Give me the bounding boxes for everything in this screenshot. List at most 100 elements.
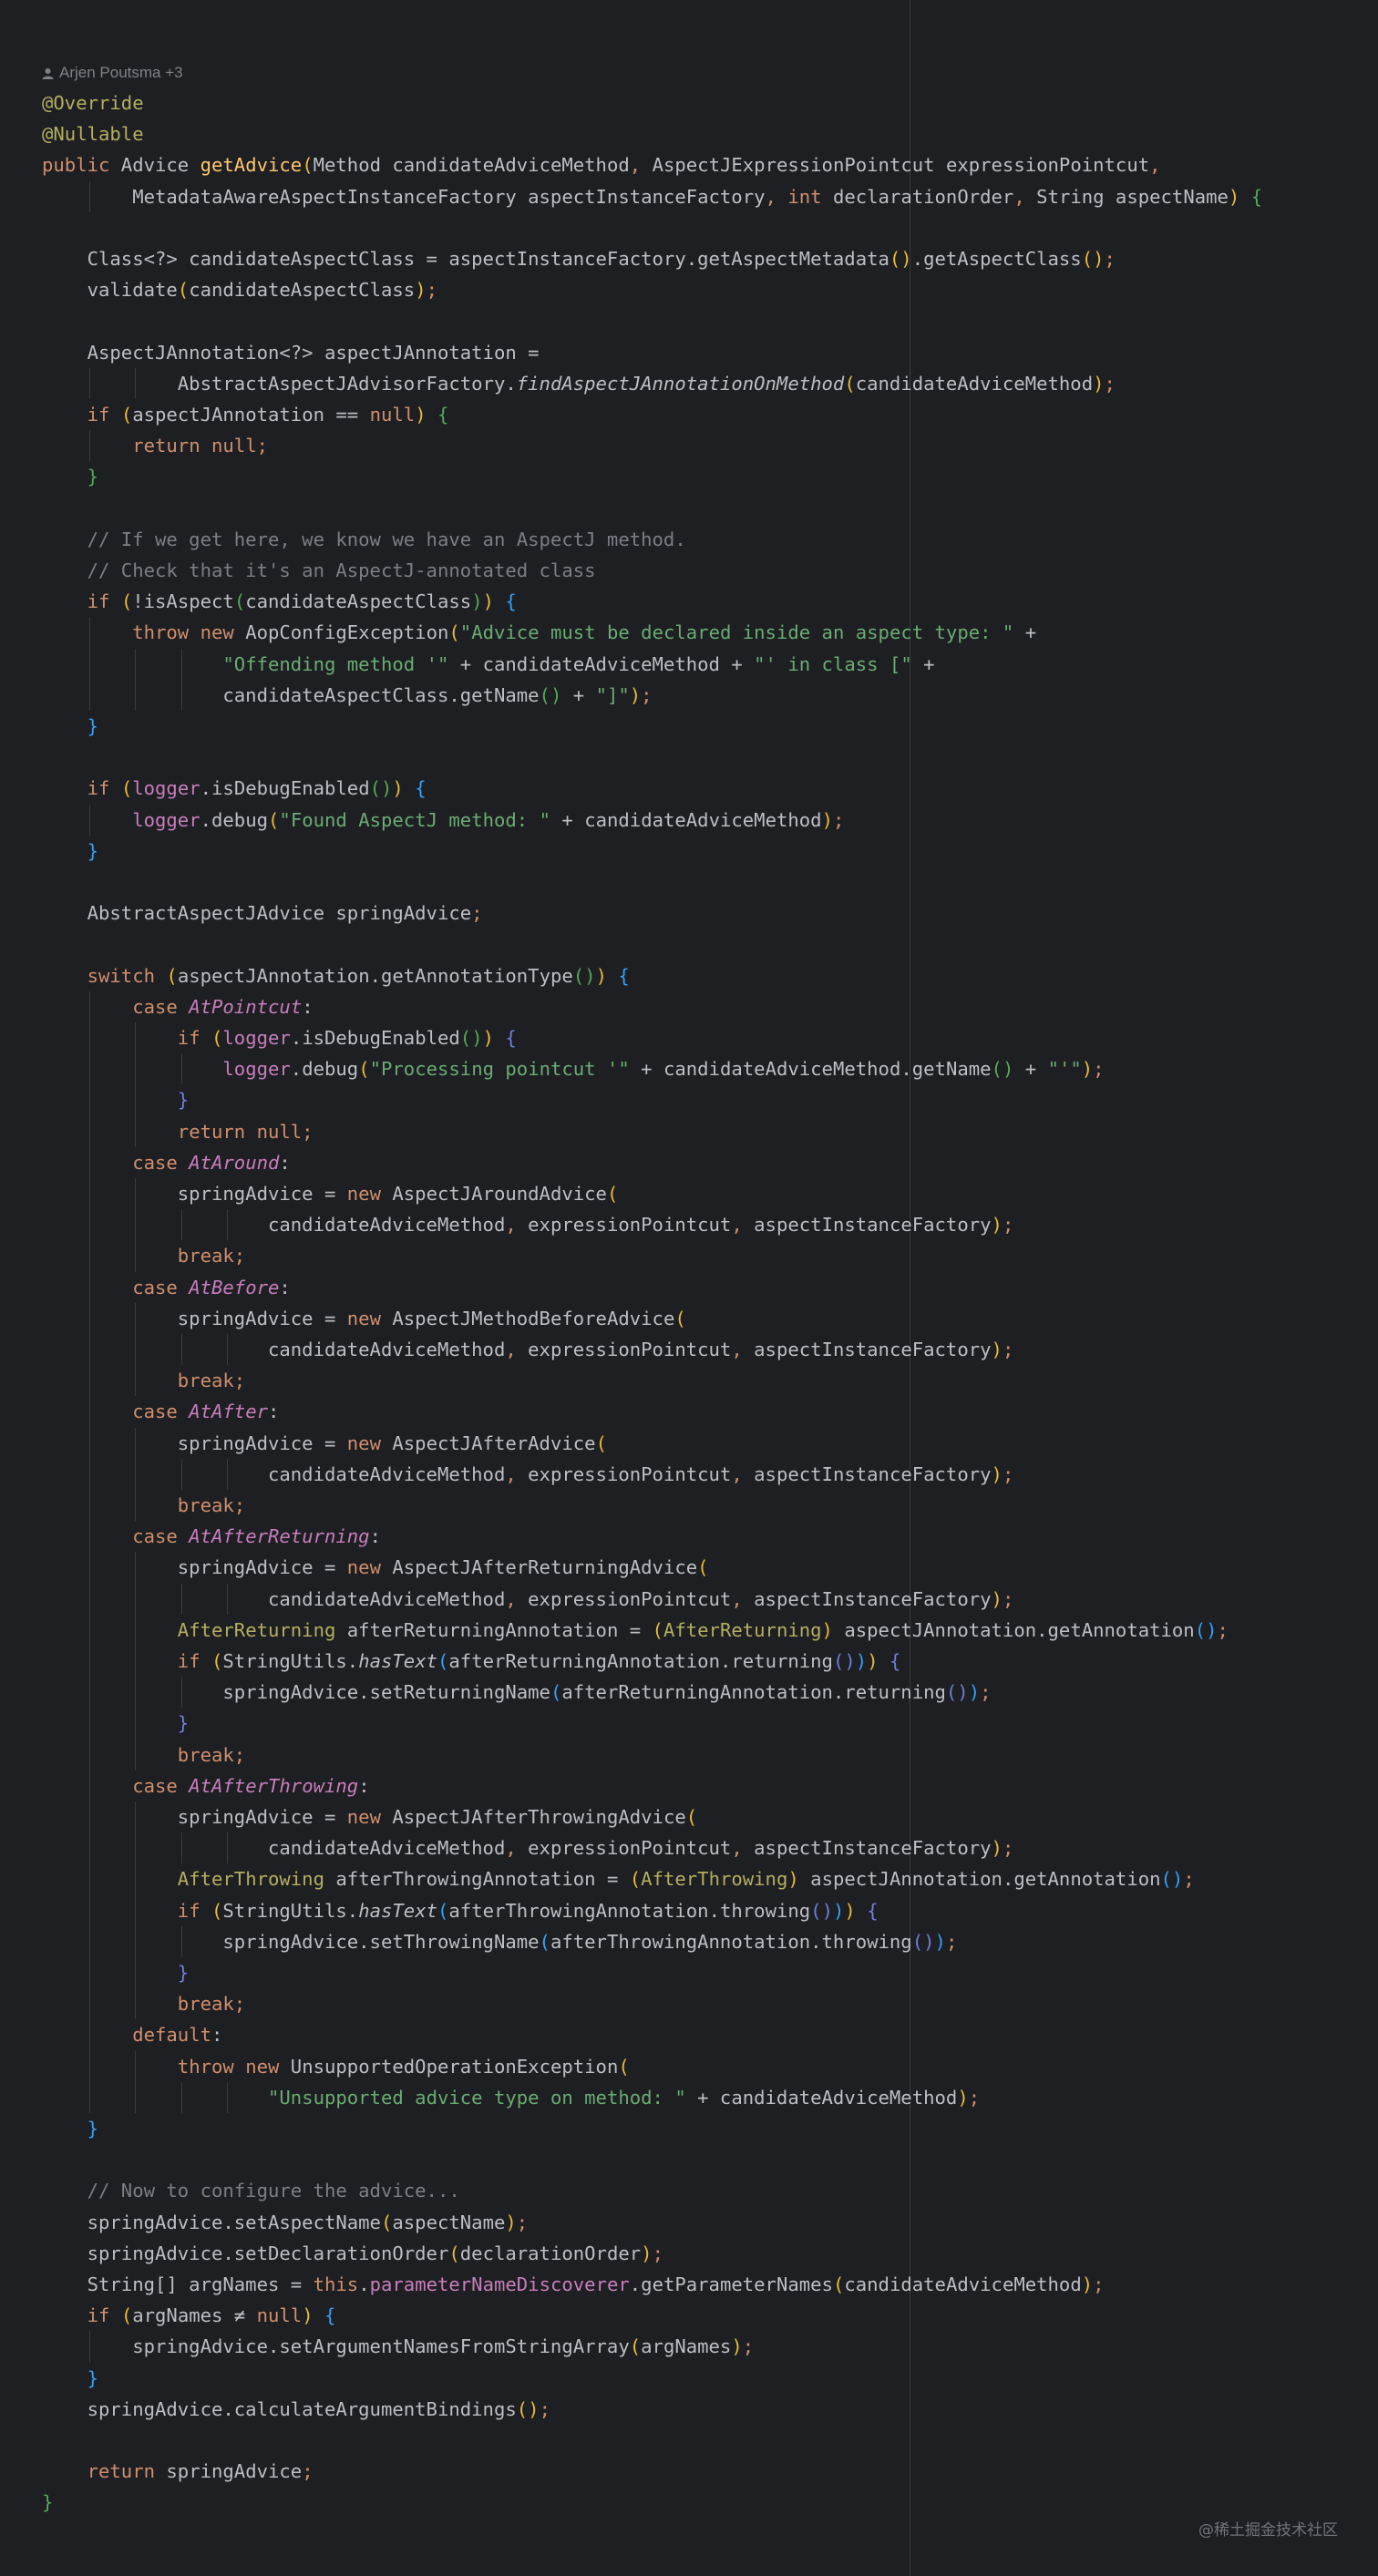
code-line[interactable]: AfterReturning afterReturningAnnotation … (42, 1615, 1229, 1646)
code-line[interactable]: springAdvice = new AspectJAfterAdvice( (42, 1428, 607, 1459)
code-token: ( (211, 1899, 223, 1922)
code-line[interactable]: public Advice getAdvice(Method candidate… (42, 149, 1161, 180)
code-line[interactable]: AbstractAspectJAdvisorFactory.findAspect… (42, 368, 1116, 399)
code-line[interactable]: case AtBefore: (42, 1272, 291, 1303)
code-token: springAdvice (166, 2460, 303, 2483)
code-line[interactable]: AspectJAnnotation<?> aspectJAnnotation = (42, 337, 540, 368)
code-token: case (132, 1774, 190, 1797)
code-editor[interactable]: Arjen Poutsma +3 @Override @Nullable publi… (0, 0, 1378, 2576)
code-line[interactable]: } (42, 461, 98, 492)
code-line[interactable]: return null; (42, 1116, 314, 1147)
code-line[interactable]: if (StringUtils.hasText(afterThrowingAnn… (42, 1895, 879, 1926)
code-token: } (177, 1089, 190, 1112)
code-line[interactable]: break; (42, 1365, 245, 1396)
code-line[interactable]: throw new UnsupportedOperationException( (42, 2051, 630, 2082)
code-token: ( (448, 2242, 460, 2264)
code-line[interactable]: return springAdvice; (42, 2456, 314, 2487)
code-line[interactable]: } (42, 1957, 189, 1988)
code-line[interactable]: } (42, 2363, 98, 2394)
code-line[interactable]: candidateAspectClass.getName() + "]"); (42, 680, 652, 711)
code-line[interactable]: // Check that it's an AspectJ-annotated … (42, 555, 596, 586)
code-token: ; (980, 1681, 992, 1704)
code-token: : (279, 1151, 291, 1174)
code-line[interactable]: return null; (42, 430, 268, 461)
code-line[interactable]: switch (aspectJAnnotation.getAnnotationT… (42, 960, 630, 991)
code-line[interactable]: if (StringUtils.hasText(afterReturningAn… (42, 1646, 901, 1677)
code-token: AfterReturning (177, 1618, 347, 1641)
code-line[interactable]: @Nullable (42, 118, 144, 149)
code-token: break; (177, 1494, 246, 1516)
code-line[interactable]: if (aspectJAnnotation == null) { (42, 399, 449, 430)
code-line[interactable]: candidateAdviceMethod, expressionPointcu… (42, 1209, 1013, 1240)
code-line[interactable]: springAdvice.setThrowingName(afterThrowi… (42, 1926, 957, 1957)
code-line[interactable]: springAdvice.setAspectName(aspectName); (42, 2207, 529, 2238)
code-line[interactable]: springAdvice.calculateArgumentBindings()… (42, 2394, 550, 2425)
code-token: ) (991, 1837, 1003, 1860)
code-token: ( (120, 404, 133, 426)
code-line[interactable]: AfterThrowing afterThrowingAnnotation = … (42, 1863, 1195, 1894)
code-token: + (1013, 1058, 1048, 1081)
code-line[interactable]: springAdvice = new AspectJAfterReturning… (42, 1552, 709, 1583)
code-line[interactable]: } (42, 1708, 189, 1739)
code-line[interactable]: candidateAdviceMethod, expressionPointcu… (42, 1832, 1013, 1863)
code-line[interactable]: case AtAfterThrowing: (42, 1770, 369, 1801)
code-line[interactable]: break; (42, 1988, 245, 2019)
code-token: ( (674, 1307, 686, 1329)
code-line[interactable]: @Override (42, 87, 144, 118)
code-token: break; (177, 1245, 246, 1267)
code-line[interactable]: // If we get here, we know we have an As… (42, 524, 686, 555)
code-line[interactable]: AbstractAspectJAdvice springAdvice; (42, 898, 483, 929)
code-token: ( (233, 590, 246, 613)
code-line[interactable]: case AtPointcut: (42, 991, 313, 1022)
code-line[interactable]: logger.debug("Processing pointcut '" + c… (42, 1053, 1104, 1084)
code-line[interactable]: candidateAdviceMethod, expressionPointcu… (42, 1459, 1013, 1490)
code-token: ; (832, 808, 845, 831)
code-token: ; (426, 279, 437, 302)
code-token: () (889, 248, 912, 270)
code-line[interactable]: if (!isAspect(candidateAspectClass)) { (42, 586, 517, 617)
code-line[interactable]: MetadataAwareAspectInstanceFactory aspec… (42, 181, 1262, 212)
code-line[interactable]: break; (42, 1490, 245, 1521)
code-line[interactable]: springAdvice.setArgumentNamesFromStringA… (42, 2331, 754, 2362)
code-line[interactable]: candidateAdviceMethod, expressionPointcu… (42, 1334, 1013, 1365)
code-line[interactable]: "Unsupported advice type on method: " + … (42, 2082, 980, 2113)
code-line[interactable]: } (42, 711, 98, 742)
code-token: { (618, 964, 630, 987)
code-line[interactable]: // Now to configure the advice... (42, 2175, 460, 2206)
code-token: ) (787, 1868, 799, 1891)
code-line[interactable]: break; (42, 1740, 245, 1770)
code-line[interactable]: break; (42, 1240, 245, 1271)
code-line[interactable]: throw new AopConfigException("Advice mus… (42, 617, 1036, 648)
code-line[interactable]: case AtAfter: (42, 1396, 279, 1427)
code-line[interactable]: validate(candidateAspectClass); (42, 274, 437, 305)
code-author-hint[interactable]: Arjen Poutsma +3 (42, 62, 183, 84)
code-line[interactable]: logger.debug("Found AspectJ method: " + … (42, 805, 844, 836)
code-line[interactable]: case AtAfterReturning: (42, 1521, 381, 1552)
code-line[interactable]: if (argNames ≠ null) { (42, 2300, 336, 2331)
code-line[interactable]: springAdvice = new AspectJMethodBeforeAd… (42, 1303, 686, 1334)
code-token: aspectJAnnotation.getAnnotation (832, 1618, 1195, 1641)
code-line[interactable]: candidateAdviceMethod, expressionPointcu… (42, 1584, 1013, 1615)
code-line[interactable]: springAdvice = new AspectJAfterThrowingA… (42, 1801, 697, 1832)
code-line[interactable]: } (42, 2113, 98, 2144)
code-line[interactable]: } (42, 836, 98, 867)
code-line[interactable]: springAdvice = new AspectJAroundAdvice( (42, 1178, 619, 1209)
code-line[interactable]: "Offending method '" + candidateAdviceMe… (42, 649, 934, 680)
code-line[interactable]: springAdvice.setReturningName(afterRetur… (42, 1677, 992, 1708)
code-line[interactable]: } (42, 1084, 189, 1115)
code-token: ) (934, 1930, 946, 1953)
code-line[interactable]: if (logger.isDebugEnabled()) { (42, 1022, 517, 1053)
code-line[interactable]: String[] argNames = this.parameterNameDi… (42, 2269, 1105, 2300)
code-line[interactable]: } (42, 2487, 53, 2518)
code-line[interactable]: default: (42, 2019, 222, 2050)
code-line[interactable]: Class<?> candidateAspectClass = aspectIn… (42, 243, 1116, 274)
code-line[interactable]: if (logger.isDebugEnabled()) { (42, 773, 427, 804)
code-line[interactable]: springAdvice.setDeclarationOrder(declara… (42, 2238, 663, 2269)
code-line[interactable]: case AtAround: (42, 1147, 291, 1178)
